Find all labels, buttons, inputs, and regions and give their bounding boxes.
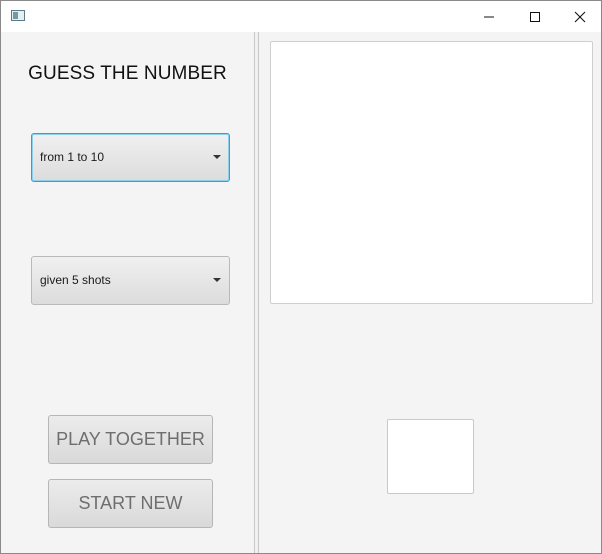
chevron-down-icon bbox=[213, 155, 221, 159]
play-together-button[interactable]: PLAY TOGETHER bbox=[48, 415, 213, 464]
app-window-icon bbox=[11, 10, 25, 21]
range-select[interactable]: from 1 to 10 bbox=[31, 133, 230, 182]
minimize-button[interactable] bbox=[466, 1, 512, 32]
range-select-value: from 1 to 10 bbox=[40, 150, 105, 164]
minimize-icon bbox=[484, 16, 494, 17]
shots-select-value: given 5 shots bbox=[40, 273, 111, 287]
page-title: GUESS THE NUMBER bbox=[28, 63, 227, 84]
maximize-button[interactable] bbox=[512, 1, 558, 32]
guess-input[interactable] bbox=[387, 419, 474, 494]
maximize-icon bbox=[530, 11, 540, 22]
title-bar[interactable] bbox=[1, 1, 601, 32]
start-new-button[interactable]: START NEW bbox=[48, 479, 213, 528]
app-window: GUESS THE NUMBER from 1 to 10 given 5 sh… bbox=[0, 0, 602, 554]
shots-select[interactable]: given 5 shots bbox=[31, 256, 230, 305]
right-panel bbox=[259, 32, 601, 553]
output-text-area[interactable] bbox=[270, 41, 593, 304]
left-panel: GUESS THE NUMBER from 1 to 10 given 5 sh… bbox=[1, 32, 254, 553]
close-button[interactable] bbox=[557, 1, 602, 32]
chevron-down-icon bbox=[213, 278, 221, 282]
close-icon bbox=[574, 11, 586, 22]
